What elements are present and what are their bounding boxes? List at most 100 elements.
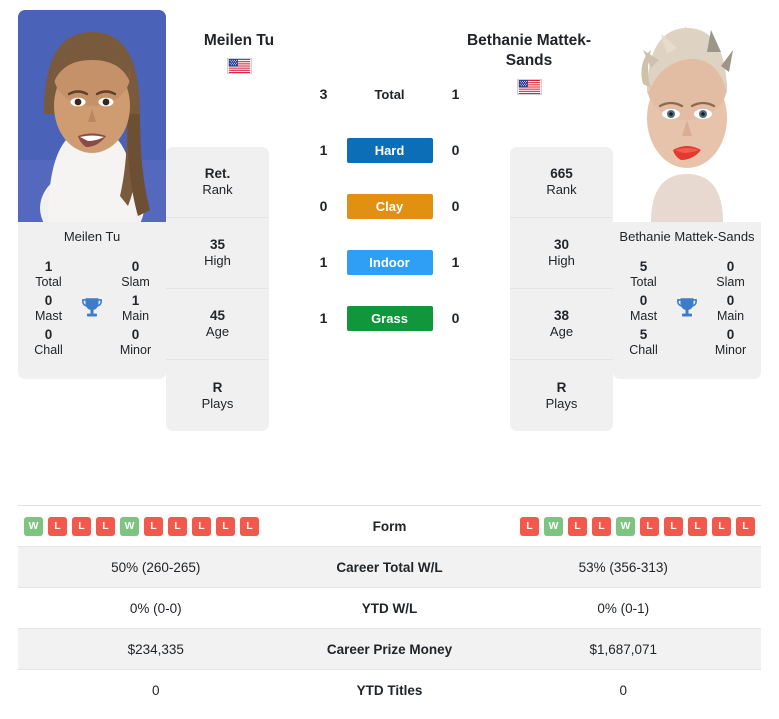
right-plays-cell: R Plays (510, 360, 613, 431)
stats-row-ytd-wl: 0% (0-0) YTD W/L 0% (0-1) (18, 588, 761, 629)
stats-label-career-wl: Career Total W/L (336, 559, 443, 575)
left-high-value: 35 (209, 237, 226, 253)
left-player-name-header[interactable]: Meilen Tu (172, 31, 306, 75)
left-titles-mast-label: Mast (34, 308, 63, 323)
right-titles-chall: 5 Chall (619, 327, 668, 357)
right-ytd-titles: 0 (619, 683, 627, 698)
right-titles-minor-label: Minor (714, 342, 747, 357)
left-rank-cell: Ret. Rank (166, 147, 269, 218)
h2h-grass-left: 1 (319, 310, 328, 326)
left-ytd-wl: 0% (0-0) (129, 600, 182, 616)
right-career-total-wl: 53% (356-313) (578, 559, 668, 575)
stats-row-form: WLLLWLLLLL Form LWLLWLLLLL (18, 506, 761, 547)
left-age-cell: 45 Age (166, 289, 269, 360)
right-titles-minor: 0 Minor (706, 327, 755, 357)
right-career-prize-money: $1,687,071 (589, 641, 658, 657)
form-badge[interactable]: L (72, 516, 91, 536)
right-age-label: Age (549, 324, 574, 340)
left-player-flag-line (172, 58, 306, 75)
right-player-flag-line (462, 78, 596, 95)
player-comparison-page: Meilen Tu 1 Total 0 Slam 0 Mast 1 Main 0… (0, 0, 779, 719)
right-player-name: Bethanie Mattek-Sands (466, 32, 592, 70)
h2h-clay-badge[interactable]: Clay (346, 193, 433, 219)
left-titles-minor-value: 0 (131, 327, 140, 343)
right-rank-label: Rank (546, 182, 577, 198)
left-titles-chall-value: 0 (44, 327, 53, 343)
form-badge[interactable]: W (24, 516, 43, 536)
right-high-label: High (548, 253, 575, 269)
right-titles-main-label: Main (716, 308, 745, 323)
right-high-cell: 30 High (510, 218, 613, 289)
form-badge[interactable]: L (688, 516, 707, 536)
form-badge[interactable]: L (144, 516, 163, 536)
form-badge[interactable]: L (592, 516, 611, 536)
left-titles-main-value: 1 (131, 293, 140, 309)
h2h-grass-right: 0 (451, 310, 460, 326)
left-titles-total-label: Total (35, 274, 62, 289)
right-titles-mast: 0 Mast (619, 293, 668, 323)
left-plays-label: Plays (201, 395, 234, 411)
left-titles-slam: 0 Slam (111, 259, 160, 289)
form-badge[interactable]: L (736, 516, 755, 536)
form-badge[interactable]: L (96, 516, 115, 536)
left-player-photo-caption: Meilen Tu (63, 229, 121, 244)
right-titles-total-value: 5 (639, 259, 648, 275)
form-badge[interactable]: W (120, 516, 139, 536)
form-badge[interactable]: W (544, 516, 563, 536)
right-player-photo-caption: Bethanie Mattek-Sands (619, 229, 755, 244)
stats-row-prize-money: $234,335 Career Prize Money $1,687,071 (18, 629, 761, 670)
h2h-hard-badge[interactable]: Hard (346, 137, 433, 163)
right-plays-label: Plays (545, 395, 578, 411)
form-badge[interactable]: W (616, 516, 635, 536)
form-badge[interactable]: L (192, 516, 211, 536)
form-badge[interactable]: L (664, 516, 683, 536)
right-titles-mast-label: Mast (629, 308, 658, 323)
form-badge[interactable]: L (240, 516, 259, 536)
left-career-prize-money: $234,335 (127, 641, 184, 657)
h2h-total-label: Total (374, 86, 405, 102)
form-badge[interactable]: L (48, 516, 67, 536)
h2h-row-hard: 1 Hard 0 (301, 122, 479, 178)
left-player-name: Meilen Tu (203, 32, 275, 49)
right-high-value: 30 (553, 237, 570, 253)
left-titles-main-label: Main (121, 308, 150, 323)
left-player-titles: 1 Total 0 Slam 0 Mast 1 Main 0 Chall 0 M… (18, 249, 166, 371)
h2h-row-clay: 0 Clay 0 (301, 178, 479, 234)
left-player-card[interactable]: Meilen Tu 1 Total 0 Slam 0 Mast 1 Main 0… (18, 10, 166, 379)
right-player-card[interactable]: Bethanie Mattek-Sands 5 Total 0 Slam 0 M… (613, 10, 761, 379)
form-badge[interactable]: L (216, 516, 235, 536)
left-plays-value: R (212, 379, 223, 395)
right-form-badges: LWLLWLLLLL (486, 516, 762, 536)
left-career-total-wl: 50% (260-265) (111, 559, 201, 575)
form-badge[interactable]: L (520, 516, 539, 536)
right-titles-slam: 0 Slam (706, 259, 755, 289)
right-player-name-header[interactable]: Bethanie Mattek-Sands (462, 31, 596, 95)
usa-flag-icon (226, 58, 252, 75)
right-player-ranks: 665 Rank 30 High 38 Age R Plays (510, 147, 613, 431)
left-titles-slam-value: 0 (131, 259, 140, 275)
h2h-grass-badge[interactable]: Grass (346, 305, 433, 331)
left-titles-total-value: 1 (44, 259, 53, 275)
right-titles-minor-value: 0 (726, 327, 735, 343)
right-titles-slam-label: Slam (716, 274, 745, 289)
h2h-row-indoor: 1 Indoor 1 (301, 234, 479, 290)
trophy-icon (668, 295, 706, 321)
left-high-label: High (204, 253, 231, 269)
right-titles-chall-label: Chall (629, 342, 658, 357)
right-titles-total-label: Total (630, 274, 657, 289)
left-titles-mast: 0 Mast (24, 293, 73, 323)
form-badge[interactable]: L (568, 516, 587, 536)
left-form-badges: WLLLWLLLLL (18, 516, 294, 536)
right-player-photo (613, 10, 761, 222)
form-badge[interactable]: L (168, 516, 187, 536)
h2h-hard-right: 0 (451, 142, 460, 158)
left-high-cell: 35 High (166, 218, 269, 289)
h2h-indoor-badge[interactable]: Indoor (346, 249, 433, 275)
left-rank-value: Ret. (204, 166, 231, 182)
form-badge[interactable]: L (712, 516, 731, 536)
h2h-indoor-right: 1 (451, 254, 460, 270)
right-titles-chall-value: 5 (639, 327, 648, 343)
left-rank-label: Rank (202, 182, 233, 198)
stats-label-prize-money: Career Prize Money (326, 641, 453, 657)
form-badge[interactable]: L (640, 516, 659, 536)
